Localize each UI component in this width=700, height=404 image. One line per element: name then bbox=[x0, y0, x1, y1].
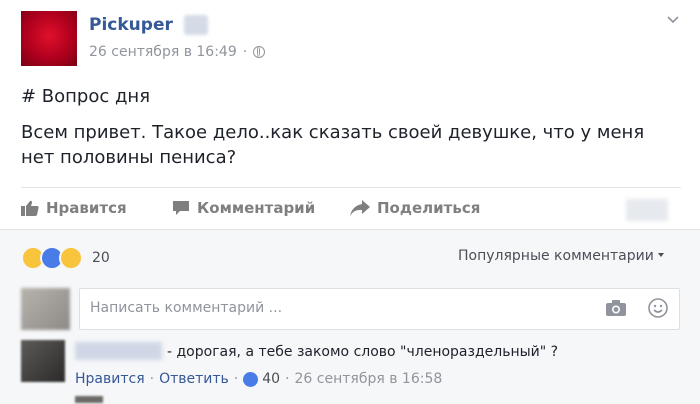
commenter-name-blurred[interactable] bbox=[75, 342, 162, 360]
emoji-icon[interactable] bbox=[648, 298, 668, 318]
comments-sort-dropdown[interactable]: Популярные комментарии bbox=[458, 248, 664, 264]
comment-icon bbox=[173, 201, 189, 215]
author-name-blurred bbox=[184, 15, 208, 35]
share-label: Поделиться bbox=[377, 199, 481, 217]
comment-reply-link[interactable]: Ответить bbox=[159, 371, 229, 387]
author-avatar[interactable] bbox=[21, 11, 77, 66]
like-label: Нравится bbox=[46, 199, 127, 217]
comment-like-link[interactable]: Нравится bbox=[75, 371, 145, 387]
wow-icon bbox=[59, 246, 83, 270]
divider bbox=[21, 187, 681, 188]
current-user-avatar bbox=[21, 288, 70, 330]
comment-timestamp[interactable]: 26 сентября в 16:58 bbox=[295, 371, 443, 387]
share-button[interactable]: Поделиться bbox=[350, 199, 480, 217]
reply-avatar bbox=[75, 396, 103, 403]
comment-input[interactable] bbox=[88, 299, 592, 317]
caret-down-icon bbox=[657, 253, 664, 257]
author-name[interactable]: Pickuper bbox=[89, 15, 173, 35]
comment-meta: Нравится · Ответить · 40 · 26 сентября в… bbox=[75, 371, 442, 387]
comment-button[interactable]: Комментарий bbox=[172, 199, 315, 217]
separator-dot: · bbox=[233, 371, 239, 387]
comment-text: - дорогая, а тебе закомо слово "членораз… bbox=[167, 344, 559, 360]
share-icon bbox=[350, 200, 370, 216]
post-meta: 26 сентября в 16:49 · bbox=[89, 44, 266, 60]
comment-like-count[interactable]: 40 bbox=[262, 371, 280, 387]
camera-icon[interactable] bbox=[606, 300, 626, 316]
separator-dot: · bbox=[285, 371, 290, 387]
comment-label: Комментарий bbox=[197, 199, 316, 217]
like-icon bbox=[243, 371, 259, 387]
reactions-count: 20 bbox=[92, 250, 110, 266]
comments-sort-label: Популярные комментарии bbox=[458, 248, 654, 264]
post-text: Всем привет. Такое дело..как сказать сво… bbox=[21, 122, 645, 168]
thumbs-up-icon bbox=[21, 200, 39, 216]
reactions-summary[interactable]: 20 bbox=[21, 246, 110, 270]
like-button[interactable]: Нравится bbox=[21, 199, 127, 217]
commenter-avatar[interactable] bbox=[21, 340, 65, 382]
page-avatar-blurred[interactable] bbox=[626, 199, 668, 221]
globe-icon[interactable] bbox=[253, 46, 266, 58]
chevron-down-icon[interactable] bbox=[667, 14, 679, 26]
post-hashtag: # Вопрос дня bbox=[21, 86, 151, 107]
post-timestamp[interactable]: 26 сентября в 16:49 bbox=[89, 44, 237, 60]
separator-dot: · bbox=[242, 44, 248, 60]
post-card: Pickuper 26 сентября в 16:49 · # Вопрос … bbox=[0, 0, 700, 404]
separator-dot: · bbox=[149, 371, 155, 387]
comment-box[interactable] bbox=[79, 288, 680, 330]
